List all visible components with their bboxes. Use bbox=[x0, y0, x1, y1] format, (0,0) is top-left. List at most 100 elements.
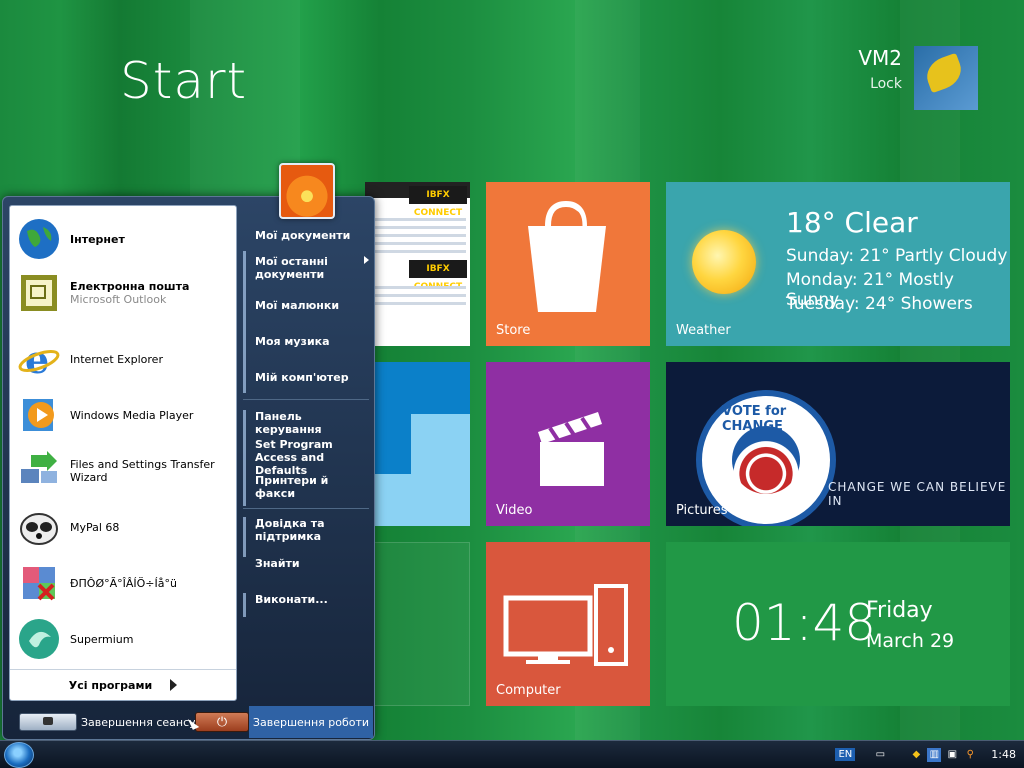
program-item[interactable]: Інтернет bbox=[16, 212, 232, 266]
logoff-label[interactable]: Завершення сеансу bbox=[81, 716, 196, 729]
mypal-icon bbox=[16, 504, 62, 550]
tile-store[interactable]: Store bbox=[486, 182, 650, 346]
place-printers[interactable]: Принтери й факси bbox=[243, 474, 369, 506]
ie-icon: e bbox=[16, 336, 62, 382]
program-item[interactable]: ÐПÔØ°Ã°ÎÂÍÖ÷Íå°ü bbox=[16, 556, 232, 610]
program-item[interactable]: Windows Media Player bbox=[16, 388, 232, 442]
separator bbox=[243, 399, 369, 400]
user-name: VM2 bbox=[858, 46, 902, 70]
tile-pictures[interactable]: VOTE for CHANGE CHANGE WE CAN BELIEVE IN… bbox=[666, 362, 1010, 526]
place-label: Set Program Access and Defaults bbox=[255, 438, 333, 477]
ibfx-logo-2: IBFX CONNECT bbox=[409, 260, 467, 292]
place-run[interactable]: Виконати... bbox=[243, 593, 369, 617]
program-item[interactable]: e Internet Explorer bbox=[16, 332, 232, 386]
place-search[interactable]: Знайти bbox=[243, 557, 369, 593]
tile-clock-time: 01:48 bbox=[732, 594, 877, 652]
place-my-pictures[interactable]: Мої малюнки bbox=[243, 299, 369, 335]
separator bbox=[243, 508, 369, 509]
place-label: Виконати... bbox=[255, 593, 328, 606]
all-programs-label: Усі програми bbox=[68, 678, 153, 692]
monitor-icon[interactable]: ▣ bbox=[945, 748, 959, 762]
start-button[interactable] bbox=[4, 742, 34, 768]
taskbar-clock[interactable]: 1:48 bbox=[991, 748, 1016, 761]
tile-video[interactable]: Video bbox=[486, 362, 650, 526]
tile-computer[interactable]: Computer bbox=[486, 542, 650, 706]
tile-store-label: Store bbox=[496, 323, 531, 338]
tile-clock-day: Friday bbox=[866, 598, 933, 623]
globe-icon bbox=[16, 216, 62, 262]
chevron-right-icon bbox=[364, 256, 369, 264]
shield-icon[interactable]: ◆ bbox=[909, 748, 923, 762]
place-label: Мої останні документи bbox=[255, 255, 328, 281]
power-button[interactable]: ⏻ bbox=[195, 712, 249, 732]
program-title: Files and Settings Transfer Wizard bbox=[70, 458, 215, 484]
menu-mark bbox=[243, 438, 246, 474]
all-programs-button[interactable]: Усі програми bbox=[10, 669, 236, 700]
place-recent-documents[interactable]: Мої останні документи bbox=[243, 251, 369, 299]
place-help[interactable]: Довідка та підтримка bbox=[243, 517, 369, 557]
weather-forecast-1: Sunday: 21° Partly Cloudy bbox=[786, 246, 1008, 266]
program-item[interactable]: MyPal 68 bbox=[16, 500, 232, 554]
place-label: Мої малюнки bbox=[255, 299, 340, 312]
program-title: Supermium bbox=[70, 632, 134, 646]
lock-label[interactable]: Lock bbox=[858, 76, 902, 92]
place-control-panel[interactable]: Панель керування bbox=[243, 410, 369, 438]
program-title: Internet Explorer bbox=[70, 352, 163, 366]
user-picture-icon[interactable] bbox=[279, 163, 335, 219]
keyboard-icon[interactable]: ▭ bbox=[873, 748, 887, 762]
pinned-programs-pane: Інтернет Електронна пошта Microsoft Outlo… bbox=[9, 205, 237, 701]
program-title: MyPal 68 bbox=[70, 520, 120, 534]
menu-mark bbox=[243, 410, 246, 438]
lock-button[interactable] bbox=[19, 713, 77, 731]
tile-weather[interactable]: 18° Clear Sunday: 21° Partly Cloudy Mond… bbox=[666, 182, 1010, 346]
program-title: Windows Media Player bbox=[70, 408, 194, 422]
place-label: Мій комп'ютер bbox=[255, 371, 349, 384]
sun-icon bbox=[692, 230, 756, 294]
tile-pictures-label: Pictures bbox=[676, 503, 728, 518]
menu-mark bbox=[243, 517, 246, 557]
place-program-access[interactable]: Set Program Access and Defaults bbox=[243, 438, 369, 477]
start-menu: Інтернет Електронна пошта Microsoft Outlo… bbox=[2, 163, 375, 740]
language-indicator[interactable]: EN bbox=[835, 748, 856, 761]
place-label: Довідка та підтримка bbox=[255, 517, 325, 543]
menu-mark bbox=[243, 299, 246, 335]
place-my-documents[interactable]: Мої документи bbox=[243, 229, 369, 251]
place-label: Панель керування bbox=[255, 410, 322, 436]
leaf-icon bbox=[921, 52, 967, 94]
shutdown-button[interactable]: Завершення роботи bbox=[249, 706, 373, 738]
place-label: Знайти bbox=[255, 557, 300, 570]
tile-clock[interactable]: 01:48 Friday March 29 bbox=[666, 542, 1010, 706]
place-label: Моя музика bbox=[255, 335, 330, 348]
tile-computer-label: Computer bbox=[496, 683, 561, 698]
program-title: Електронна пошта bbox=[70, 280, 190, 293]
network-icon[interactable]: ▥ bbox=[927, 747, 942, 762]
program-title: Інтернет bbox=[70, 232, 125, 246]
program-item[interactable]: Supermium bbox=[16, 612, 232, 666]
tile-ibfx-web[interactable]: IBFX CONNECT IBFX CONNECT bbox=[365, 182, 470, 346]
power-icon: ⏻ bbox=[216, 714, 228, 730]
program-item[interactable]: Files and Settings Transfer Wizard bbox=[16, 444, 232, 498]
weather-forecast-3: Tuesday: 24° Showers bbox=[786, 294, 973, 314]
user-account[interactable]: VM2 Lock bbox=[858, 46, 978, 110]
clapperboard-icon bbox=[538, 412, 604, 486]
app-icon bbox=[16, 560, 62, 606]
chevron-right-icon bbox=[170, 679, 178, 691]
place-my-music[interactable]: Моя музика bbox=[243, 335, 369, 371]
pictures-slogan: CHANGE WE CAN BELIEVE IN bbox=[828, 480, 1007, 508]
start-screen-title: Start bbox=[120, 52, 248, 110]
program-subtitle: Microsoft Outlook bbox=[70, 293, 167, 306]
places-pane: Мої документи Мої останні документи Мої … bbox=[243, 229, 369, 617]
program-item[interactable]: Електронна пошта Microsoft Outlook bbox=[16, 266, 232, 320]
tile-blue[interactable] bbox=[365, 362, 470, 526]
menu-mark bbox=[243, 251, 246, 299]
lock-icon bbox=[43, 717, 53, 725]
place-label: Мої документи bbox=[255, 229, 351, 242]
search-icon[interactable]: ⚲ bbox=[963, 748, 977, 762]
menu-mark bbox=[243, 335, 246, 371]
system-tray: EN ▭ ◆ ▥ ▣ ⚲ 1:48 bbox=[835, 741, 1024, 768]
place-label: Принтери й факси bbox=[255, 474, 329, 500]
program-title: ÐПÔØ°Ã°ÎÂÍÖ÷Íå°ü bbox=[70, 576, 177, 590]
user-avatar[interactable] bbox=[914, 46, 978, 110]
place-my-computer[interactable]: Мій комп'ютер bbox=[243, 371, 369, 393]
tile-empty[interactable] bbox=[365, 542, 470, 706]
